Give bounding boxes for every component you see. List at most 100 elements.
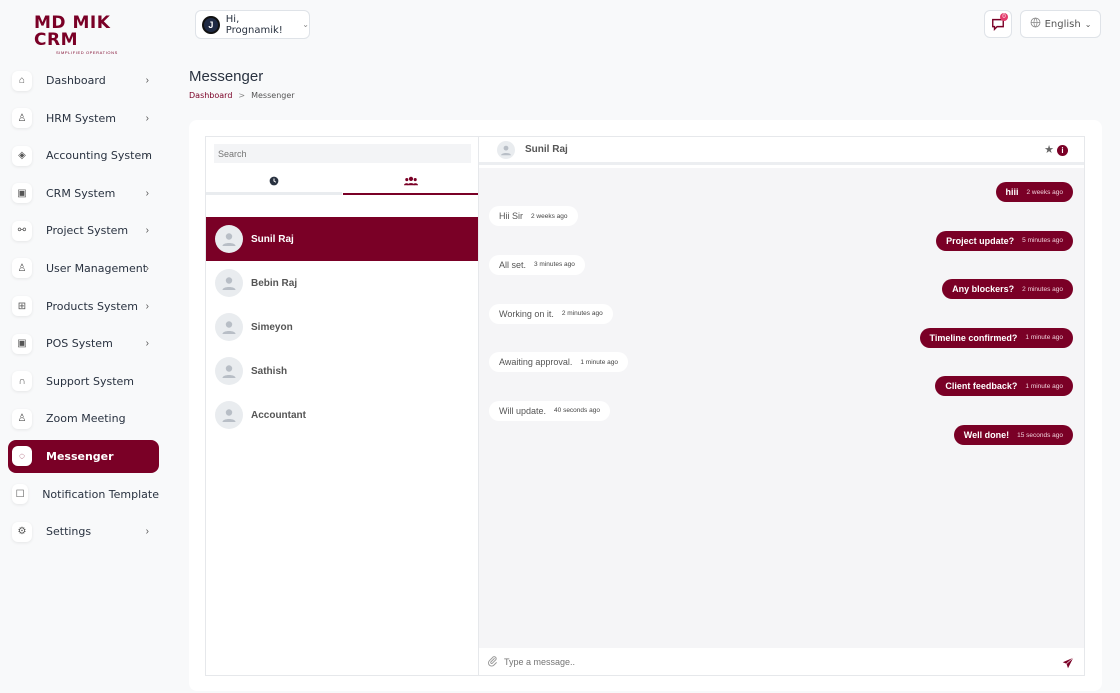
message-timestamp: 2 minutes ago xyxy=(561,310,603,317)
contact-name: Sunil Raj xyxy=(251,233,294,245)
sidebar-item-label: Dashboard xyxy=(46,74,106,87)
received-message: Hii Sir 2 weeks ago xyxy=(489,206,578,227)
send-icon[interactable] xyxy=(1062,656,1074,674)
chat-header: Sunil Raj ★ i xyxy=(479,137,1084,165)
home-icon: ⌂ xyxy=(12,70,32,91)
contact-item[interactable]: Accountant xyxy=(206,393,479,437)
sidebar-item-support-system[interactable]: ∩ Support System xyxy=(8,365,159,398)
message-text: Client feedback? xyxy=(945,381,1018,392)
sidebar-item-dashboard[interactable]: ⌂ Dashboard › xyxy=(8,64,159,97)
page-title: Messenger xyxy=(189,68,264,85)
message-text: Project update? xyxy=(946,235,1015,246)
chevron-right-icon: › xyxy=(145,225,149,237)
message-timestamp: 2 weeks ago xyxy=(531,212,568,220)
message-input[interactable] xyxy=(504,657,984,667)
contact-list: Sunil Raj Bebin Raj Simeyon Sathish Accounta… xyxy=(206,217,479,437)
sidebar-item-label: Messenger xyxy=(46,449,114,463)
attachment-icon[interactable] xyxy=(487,655,498,670)
message-timestamp: 2 minutes ago xyxy=(1022,285,1063,293)
chevron-right-icon: › xyxy=(145,112,149,124)
brand-logo[interactable]: MD MIK CRM SIMPLIFIED OPERATIONS xyxy=(34,15,136,56)
chevron-down-icon: ⌄ xyxy=(302,20,309,29)
sidebar-item-products-system[interactable]: ⊞ Products System › xyxy=(8,290,159,323)
message-list[interactable]: hiii 2 weeks ago Hii Sir 2 weeks ago Project… xyxy=(479,168,1084,648)
sidebar-nav: ⌂ Dashboard › ♙ HRM System › ◈ Accounting Syste… xyxy=(8,64,159,553)
messenger-card: Sunil Raj Bebin Raj Simeyon Sathish Accounta… xyxy=(189,120,1102,691)
message-text: Working on it. xyxy=(499,308,554,319)
message-text: hiii xyxy=(1005,187,1019,197)
users-icon: ♙ xyxy=(12,258,32,279)
message-timestamp: 1 minute ago xyxy=(1025,382,1063,390)
star-icon[interactable]: ★ xyxy=(1044,143,1054,156)
logo-tagline: SIMPLIFIED OPERATIONS xyxy=(56,50,118,55)
sidebar-item-messenger[interactable]: ◌ Messenger xyxy=(8,439,159,473)
sidebar-item-hrm-system[interactable]: ♙ HRM System › xyxy=(8,102,159,135)
message-timestamp: 15 seconds ago xyxy=(1017,431,1063,439)
notification-button[interactable]: 0 xyxy=(984,10,1012,38)
contact-item[interactable]: Sathish xyxy=(206,349,479,393)
sidebar-item-label: Products System xyxy=(46,299,139,313)
share-icon: ⚯ xyxy=(12,220,32,241)
contact-name: Simeyon xyxy=(251,321,293,333)
headphones-icon: ∩ xyxy=(12,371,32,392)
sidebar-item-project-system[interactable]: ⚯ Project System › xyxy=(8,214,159,247)
message-timestamp: 5 minutes ago xyxy=(1022,237,1063,245)
sidebar-item-user-management[interactable]: ♙ User Management › xyxy=(8,252,159,285)
breadcrumb-current: Messenger xyxy=(251,91,295,100)
chevron-right-icon: › xyxy=(145,262,149,274)
sent-message: Client feedback? 1 minute ago xyxy=(935,376,1073,397)
message-composer xyxy=(479,648,1084,676)
chevron-right-icon: › xyxy=(145,75,149,86)
sidebar-item-label: POS System xyxy=(46,337,113,351)
user-avatar-icon xyxy=(215,225,243,253)
info-icon[interactable]: i xyxy=(1057,145,1068,156)
sidebar-item-settings[interactable]: ⚙ Settings › xyxy=(8,515,159,548)
clock-icon xyxy=(269,176,279,185)
sidebar-item-zoom-meeting[interactable]: ♙ Zoom Meeting xyxy=(8,402,159,435)
sent-message: Well done! 15 seconds ago xyxy=(953,425,1073,445)
sent-message: Project update? 5 minutes ago xyxy=(936,230,1073,251)
contacts-pane: Sunil Raj Bebin Raj Simeyon Sathish Accounta… xyxy=(205,136,479,676)
message-icon: ◌ xyxy=(12,446,32,467)
chevron-right-icon: › xyxy=(145,338,149,350)
chevron-right-icon: › xyxy=(145,187,149,199)
chevron-down-icon: ⌄ xyxy=(1084,19,1092,29)
message-text: Awaiting approval. xyxy=(499,357,573,368)
sidebar-item-label: User Management xyxy=(46,261,148,275)
notification-count-badge: 0 xyxy=(1000,13,1008,21)
contact-item[interactable]: Bebin Raj xyxy=(206,261,479,305)
contact-name: Bebin Raj xyxy=(251,277,298,289)
sidebar-item-pos-system[interactable]: ▣ POS System › xyxy=(8,327,159,360)
sidebar-item-notification-template[interactable]: ☐ Notification Template xyxy=(8,478,159,511)
search-input[interactable] xyxy=(214,144,471,163)
chat-pane: Sunil Raj ★ i hiii 2 weeks ago Hii Sir 2 we… xyxy=(478,136,1085,676)
chevron-right-icon: › xyxy=(145,526,149,538)
greeting-text: Hi, Prognamik! xyxy=(225,13,283,36)
contact-name: Sathish xyxy=(251,365,288,377)
breadcrumb-separator: > xyxy=(238,91,246,100)
user-menu-button[interactable]: J Hi, Prognamik! ⌄ xyxy=(195,10,310,39)
message-text: All set. xyxy=(499,259,527,270)
message-timestamp: 3 minutes ago xyxy=(534,261,575,269)
sidebar-item-accounting-system[interactable]: ◈ Accounting System › xyxy=(8,139,159,172)
user-avatar-icon xyxy=(215,401,243,429)
contact-item[interactable]: Sunil Raj xyxy=(206,217,479,261)
language-label: English xyxy=(1044,18,1081,30)
avatar: J xyxy=(202,15,220,34)
sent-message: Any blockers? 2 minutes ago xyxy=(942,279,1073,300)
sidebar-item-label: Accounting System xyxy=(46,149,152,163)
breadcrumb-home-link[interactable]: Dashboard xyxy=(189,91,232,100)
box-icon: ◈ xyxy=(12,145,32,166)
contact-tabs xyxy=(206,169,479,197)
contact-name: Accountant xyxy=(251,409,306,421)
language-select[interactable]: English ⌄ xyxy=(1020,10,1101,38)
chevron-right-icon: › xyxy=(145,150,149,162)
tab-groups[interactable] xyxy=(343,169,479,195)
sidebar-item-crm-system[interactable]: ▣ CRM System › xyxy=(8,177,159,210)
tab-recent[interactable] xyxy=(206,169,342,195)
sidebar-item-label: CRM System xyxy=(46,186,116,200)
received-message: All set. 3 minutes ago xyxy=(489,254,585,275)
sidebar-item-label: HRM System xyxy=(46,111,116,125)
contact-item[interactable]: Simeyon xyxy=(206,305,479,349)
user-avatar-icon xyxy=(215,313,243,341)
